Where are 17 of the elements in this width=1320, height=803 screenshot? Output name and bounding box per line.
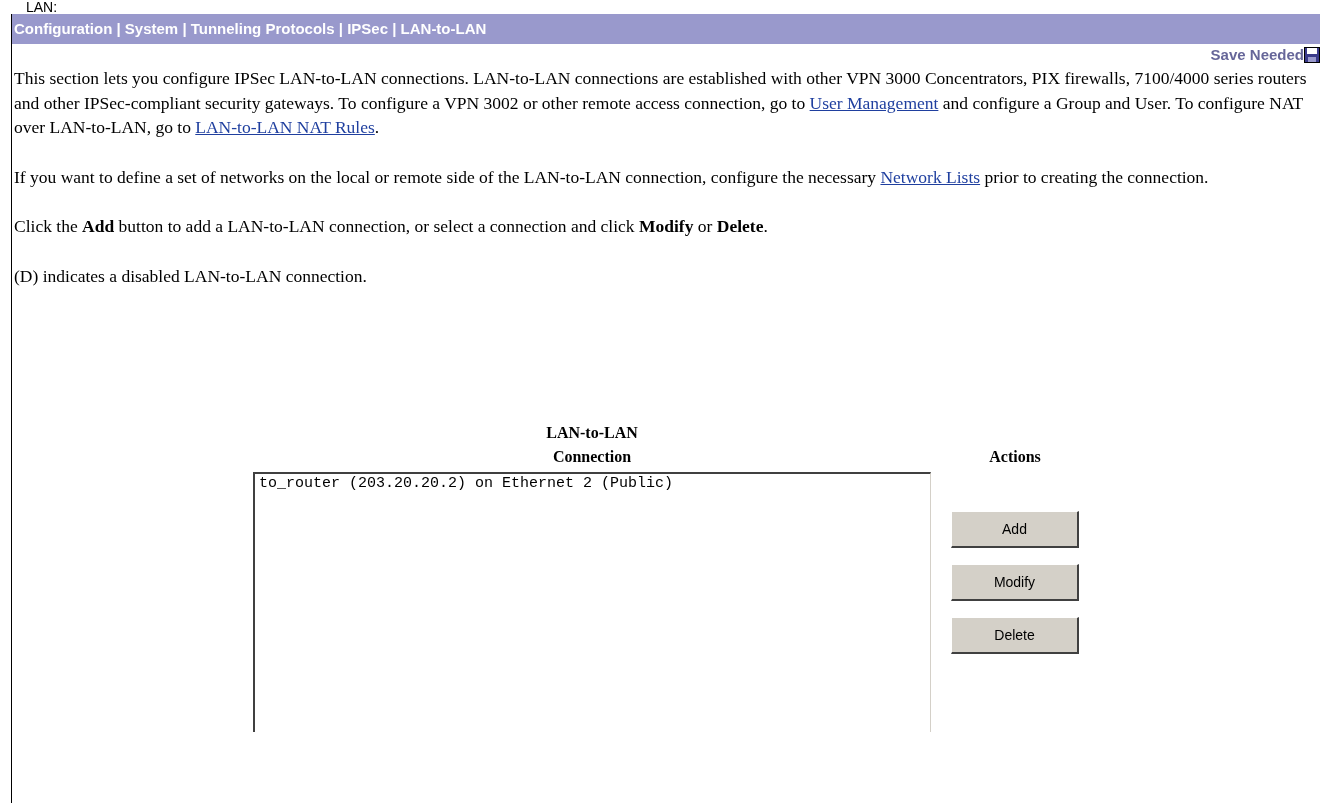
link[interactable]: User Management bbox=[809, 92, 939, 113]
save-needed-link[interactable]: Save Needed bbox=[1210, 43, 1304, 67]
breadcrumb: Configuration | System | Tunneling Protocols | IPSec | LAN-to-LAN bbox=[14, 18, 487, 39]
link[interactable]: LAN-to-LAN NAT Rules bbox=[195, 117, 375, 137]
action-button[interactable]: Delete bbox=[951, 617, 1079, 654]
paragraph: (D) indicates a disabled LAN-to-LAN connection. bbox=[14, 264, 368, 288]
action-button[interactable]: Add bbox=[951, 511, 1079, 548]
action-button[interactable]: Modify bbox=[951, 564, 1079, 601]
paragraph: Click the Add button to add a LAN-to-LAN connection, or select a connection and click Modify or Delete. bbox=[14, 215, 769, 238]
column-heading: LAN-to-LAN Connection bbox=[546, 423, 638, 467]
cutoff-heading: LAN: bbox=[26, 0, 59, 14]
paragraph: If you want to define a set of networks on the local or remote side of the LAN-to-LAN connection, configure the necessary Network Lists prior to creating the connection. bbox=[14, 165, 1210, 189]
link[interactable]: Network Lists bbox=[880, 166, 981, 187]
connection-listbox[interactable]: to_router (203.20.20.2) on Ethernet 2 (Public) bbox=[253, 472, 931, 732]
column-heading: Actions bbox=[989, 447, 1041, 467]
paragraph: This section lets you configure IPSec LAN-to-LAN connections. LAN-to-LAN connections are established with other VPN 3000 Concentrators, PIX firewalls, 7100/4000 series routers and other IPSec-compliant security gateways. To configure a VPN 3002 or other remote access connection, go to User Management and configure a Group and User. To configure NAT over LAN-to-LAN, go to LAN-to-LAN NAT Rules. bbox=[14, 67, 1308, 139]
list-option[interactable]: to_router (203.20.20.2) on Ethernet 2 (Public) bbox=[259, 475, 674, 493]
